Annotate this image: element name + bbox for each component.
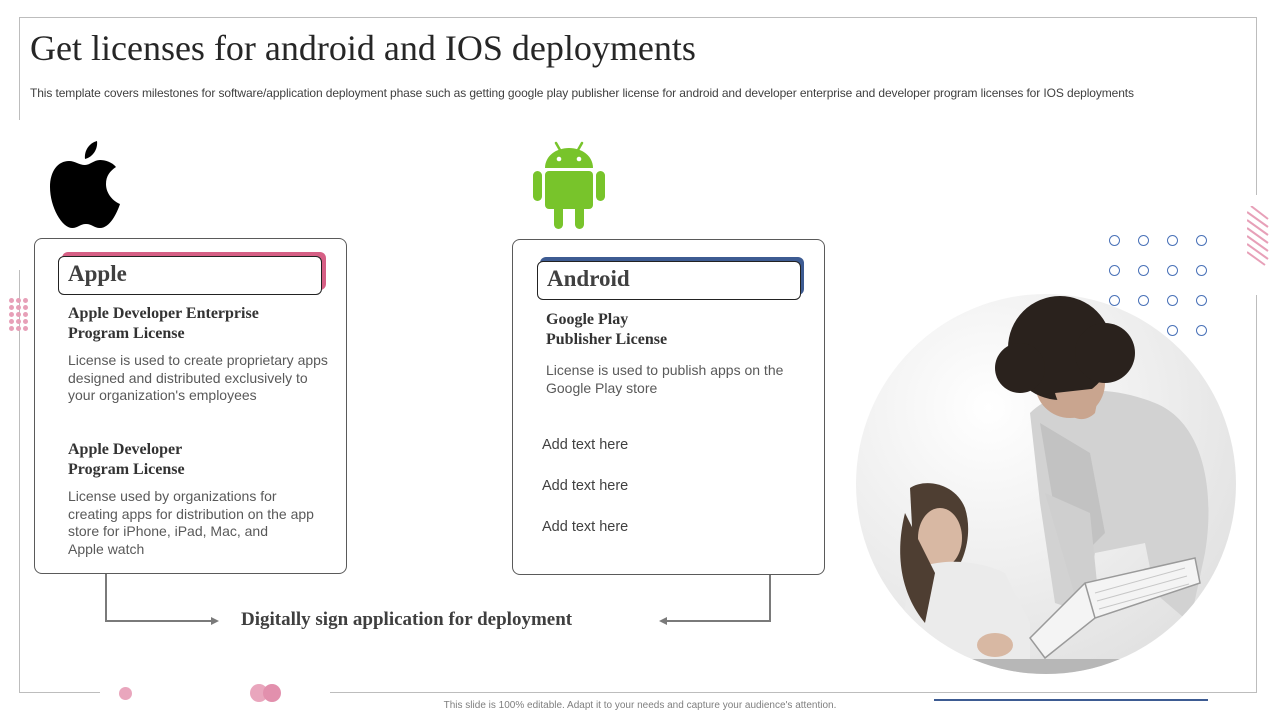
frame-gap-left xyxy=(12,120,26,270)
arrow-left-icon xyxy=(659,617,667,625)
footer-note: This slide is 100% editable. Adapt it to… xyxy=(443,700,837,711)
android-placeholder-2: Add text here xyxy=(542,478,629,494)
students-reading-book-photo xyxy=(856,294,1236,674)
android-connector-horizontal xyxy=(667,620,771,622)
android-connector-vertical xyxy=(769,575,771,622)
apple-logo-icon xyxy=(50,141,120,228)
android-license-description: License is used to publish apps on the G… xyxy=(546,362,784,396)
apple-connector-horizontal xyxy=(105,620,211,622)
page-title: Get licenses for android and IOS deploym… xyxy=(30,28,696,68)
android-tab: Android xyxy=(537,261,801,300)
apple-program-description: License used by organizations for creati… xyxy=(68,488,314,557)
apple-program-heading: Apple Developer Program License xyxy=(68,441,185,478)
android-placeholder-1: Add text here xyxy=(542,437,629,453)
apple-tab: Apple xyxy=(58,256,322,295)
apple-enterprise-heading: Apple Developer Enterprise Program Licen… xyxy=(68,305,259,342)
pink-dot-grid-decoration xyxy=(9,298,28,331)
deployment-step-label: Digitally sign application for deploymen… xyxy=(241,609,573,630)
pink-stripes-decoration xyxy=(1247,206,1269,266)
apple-enterprise-description: License is used to create proprietary ap… xyxy=(68,352,328,403)
page-subtitle: This template covers milestones for soft… xyxy=(30,86,1134,100)
android-license-heading: Google Play Publisher License xyxy=(546,311,668,348)
pink-circle-decoration xyxy=(119,687,132,700)
arrow-right-icon xyxy=(211,617,219,625)
android-placeholder-3: Add text here xyxy=(542,519,629,535)
android-logo-icon xyxy=(533,141,605,229)
frame-gap-bottom xyxy=(100,685,330,699)
apple-connector-vertical xyxy=(105,574,107,622)
